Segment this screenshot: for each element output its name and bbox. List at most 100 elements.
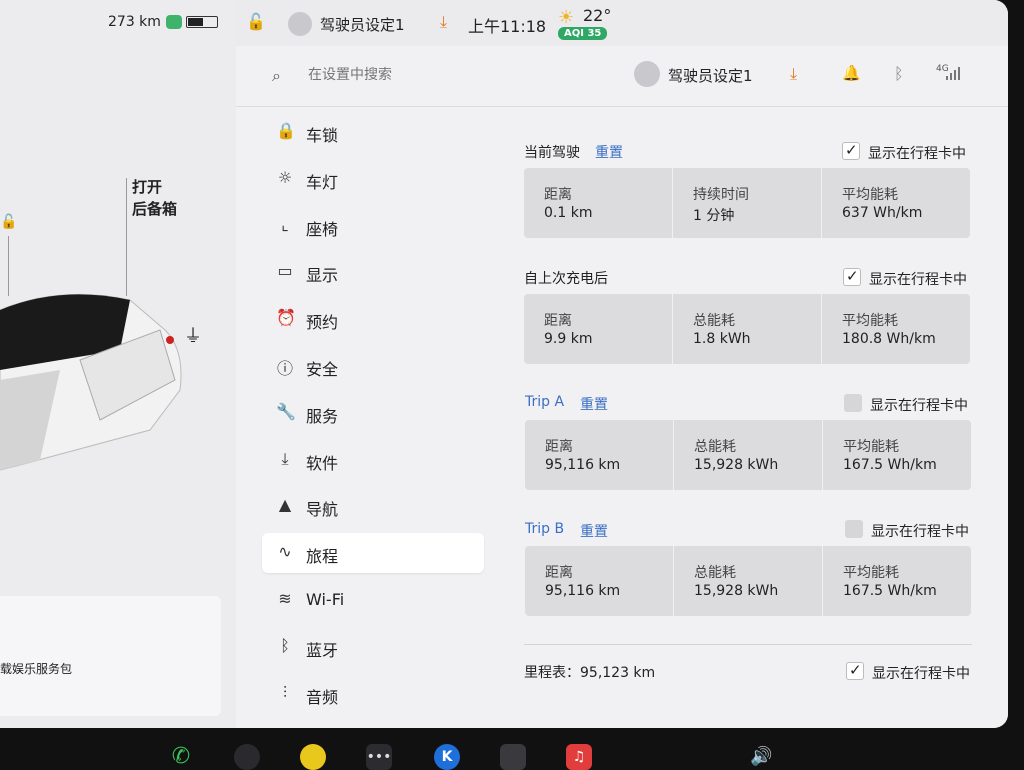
frunk-lock-icon[interactable]: 🔓 (0, 214, 17, 230)
schedule-icon: ⏰ (276, 308, 296, 328)
promo-card[interactable] (0, 596, 221, 716)
nav-item-label: 软件 (306, 453, 339, 473)
trip-a-title: Trip A (525, 394, 565, 410)
nav-item-label: 预约 (306, 313, 339, 333)
lock-icon: 🔒 (276, 121, 296, 140)
search-input[interactable] (306, 66, 610, 84)
stat-label: 平均能耗 (842, 187, 898, 203)
nav-item[interactable]: 🔒 车锁 (262, 112, 484, 152)
nav-item[interactable]: ▭ 显示 (262, 252, 484, 292)
stat-cell: 距离 95,116 km (525, 546, 674, 616)
show-label: 显示在行程卡中 (868, 146, 966, 162)
stat-cell: 总能耗 1.8 kWh (673, 294, 822, 364)
clock: 上午11:18 (468, 17, 547, 36)
wrench-icon: 🔧 (276, 401, 296, 421)
battery-fill (188, 18, 204, 26)
signal-icon (946, 66, 960, 80)
nav-item[interactable]: ⤓ 软件 (262, 440, 484, 480)
since-charge-checkbox[interactable] (843, 267, 861, 286)
nav-item[interactable]: ⫶ 音频 (262, 674, 484, 714)
game-icon[interactable] (500, 744, 526, 770)
weather-icon: ☀ (558, 7, 575, 28)
show-label: 显示在行程卡中 (872, 666, 970, 682)
bluetooth-icon: ᛒ (280, 635, 290, 655)
stat-label: 距离 (545, 439, 573, 455)
frunk-pointer-line (8, 236, 9, 296)
reset-trip-a-button[interactable]: 重置 (580, 394, 608, 414)
assistant-icon[interactable] (166, 15, 182, 29)
nav-item[interactable]: 🔧 服务 (262, 393, 484, 433)
download-icon: ⤓ (281, 448, 289, 468)
trips-icon: ∿ (278, 542, 292, 562)
stat-value: 95,116 km (545, 457, 621, 473)
stat-cell: 距离 0.1 km (524, 168, 673, 238)
lock-icon[interactable]: 🔓 (246, 12, 266, 31)
odometer: 里程表：95,123 km (524, 665, 656, 681)
promo-text: 载娱乐服务包 (0, 662, 73, 676)
phone-icon[interactable]: ✆ (168, 744, 194, 770)
avatar[interactable] (288, 12, 312, 36)
kugou-icon[interactable]: K (434, 744, 460, 770)
nav-item[interactable]: ⓘ 安全 (262, 346, 484, 386)
trip-b-checkbox[interactable] (845, 520, 863, 538)
trip-b-card: 距离 95,116 km 总能耗 15,928 kWh 平均能耗 167.5 Wh/k… (525, 546, 971, 616)
stat-label: 距离 (544, 187, 572, 203)
nav-item-label: 服务 (306, 406, 339, 426)
trip-b-title: Trip B (525, 521, 565, 537)
nav-item[interactable]: ≋ Wi-Fi (262, 580, 484, 620)
nav-item[interactable]: ▲ 导航 (262, 486, 484, 526)
download-icon[interactable]: ⤓ (790, 64, 797, 84)
nav-item[interactable]: ☼ 车灯 (262, 159, 484, 199)
stat-value: 1 分钟 (693, 208, 735, 224)
stat-value: 15,928 kWh (694, 583, 779, 599)
reset-trip-b-button[interactable]: 重置 (580, 521, 608, 541)
odometer-checkbox[interactable] (846, 661, 864, 680)
stat-value: 15,928 kWh (694, 457, 779, 473)
bell-icon[interactable]: 🔔 (842, 64, 861, 82)
stat-cell: 平均能耗 167.5 Wh/km (823, 546, 971, 616)
driver-profile[interactable]: 驾驶员设定1 (320, 14, 405, 35)
charge-port-icon[interactable]: ⏚ (184, 322, 202, 348)
reset-current-button[interactable]: 重置 (595, 142, 623, 162)
stat-cell: 平均能耗 180.8 Wh/km (822, 294, 970, 364)
show-label: 显示在行程卡中 (870, 398, 968, 414)
stat-cell: 总能耗 15,928 kWh (674, 420, 823, 490)
stat-cell: 距离 9.9 km (524, 294, 673, 364)
driver-profile[interactable]: 驾驶员设定1 (668, 65, 753, 86)
nav-item[interactable]: ⌞ 座椅 (262, 206, 484, 246)
nav-item-label: 蓝牙 (306, 640, 339, 660)
current-drive-checkbox[interactable] (842, 141, 860, 160)
nav-item[interactable]: ⏰ 预约 (262, 299, 484, 339)
nav-item-label: 车灯 (306, 172, 339, 192)
music-icon[interactable]: ♫ (566, 744, 592, 770)
since-charge-title: 自上次充电后 (524, 271, 608, 287)
screen: 273 km 🔓 打开 后备箱 ⏚ 载娱乐服务包 🔓 驾驶员设定1 ⤓ 上午11… (0, 0, 1008, 728)
nav-item-label: 座椅 (306, 219, 339, 239)
nav-item[interactable]: ∿ 旅程 (262, 533, 484, 574)
divider (524, 644, 972, 645)
stat-value: 1.8 kWh (693, 331, 751, 347)
nav-item-label: 显示 (306, 266, 339, 286)
bluetooth-icon[interactable]: ᛒ (894, 64, 904, 83)
nav-item-label: 车锁 (306, 126, 339, 145)
nav-item-label: 导航 (306, 500, 339, 520)
open-trunk-button[interactable]: 打开 后备箱 (132, 176, 177, 220)
volume-icon[interactable]: 🔊 (750, 746, 772, 767)
app-icon[interactable] (300, 744, 326, 770)
stat-label: 距离 (544, 313, 572, 329)
stat-value: 637 Wh/km (842, 205, 923, 221)
range-text: 273 km (108, 14, 161, 30)
stat-value: 0.1 km (544, 205, 593, 221)
stat-label: 平均能耗 (843, 439, 899, 455)
trip-a-checkbox[interactable] (844, 394, 862, 412)
avatar[interactable] (634, 61, 660, 87)
stat-label: 总能耗 (694, 565, 736, 581)
camera-icon[interactable] (234, 744, 260, 770)
download-icon[interactable]: ⤓ (440, 12, 447, 32)
nav-item-label: Wi-Fi (306, 590, 345, 609)
aqi-badge: AQI 35 (558, 27, 608, 40)
nav-item-label: 旅程 (306, 547, 339, 567)
seat-icon: ⌞ (281, 214, 289, 234)
nav-item[interactable]: ᛒ 蓝牙 (262, 627, 484, 667)
more-apps-icon[interactable]: ••• (366, 744, 392, 770)
